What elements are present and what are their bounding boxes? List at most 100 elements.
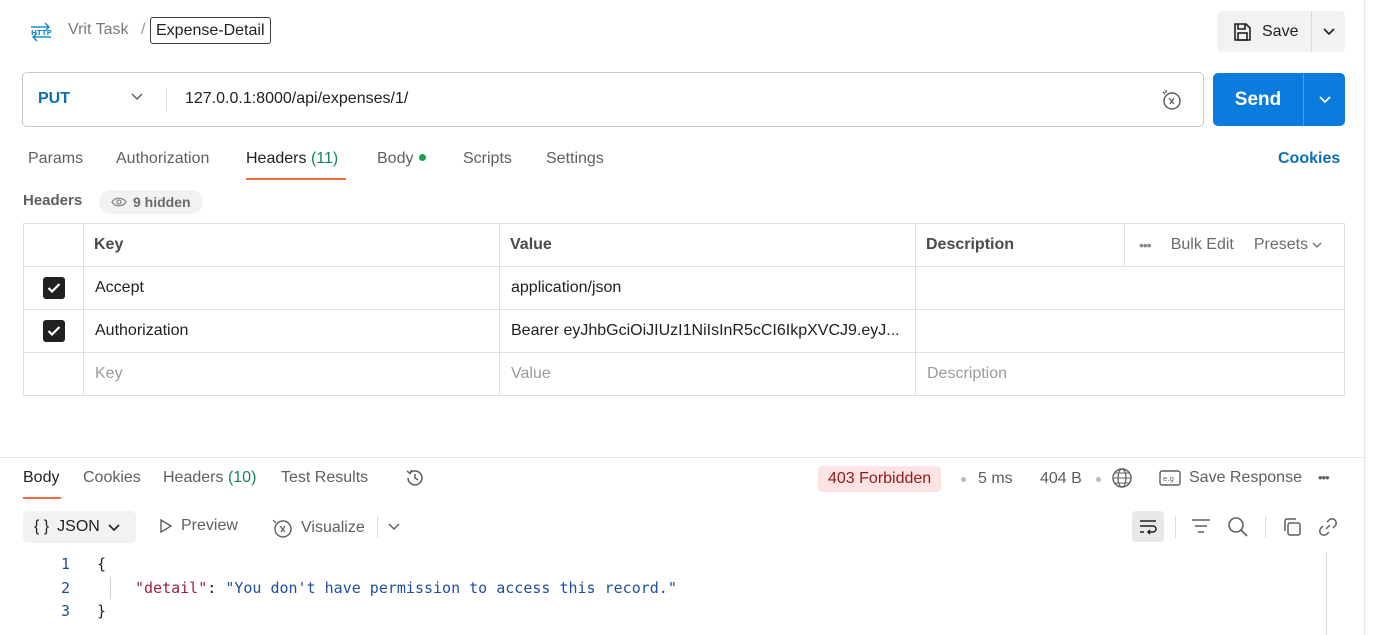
response-divider[interactable] [0,457,1364,458]
line-number: 1 [60,555,70,573]
body-indicator-dot [419,154,427,161]
send-button-group: Send [1213,73,1345,126]
divider [377,516,378,538]
table-cell [24,310,83,352]
chevron-down-icon [1312,242,1322,248]
hidden-count: 9 hidden [133,194,191,210]
visualize-icon [272,519,292,538]
eye-icon [111,197,127,207]
indent-guide [110,577,111,599]
tab-params[interactable]: Params [28,150,83,168]
more-icon[interactable]: ••• [1318,470,1330,485]
response-tab-test-results[interactable]: Test Results [281,469,368,487]
save-button[interactable]: Save [1217,11,1311,52]
tab-settings[interactable]: Settings [546,150,604,168]
line-number: 2 [60,579,70,597]
play-icon [160,518,173,534]
new-key-input[interactable]: Key [83,353,499,395]
response-time[interactable]: 5 ms [978,470,1013,488]
save-options-button[interactable] [1312,11,1345,52]
presets-label: Presets [1253,236,1309,253]
link-icon[interactable] [1317,516,1339,538]
response-tab-headers[interactable]: Headers (10) [163,469,256,487]
save-label: Save [1262,22,1299,40]
chevron-down-icon[interactable] [387,522,401,532]
chevron-down-icon[interactable] [130,92,144,102]
json-line: "detail": "You don't have permission to … [135,579,677,597]
chevron-down-icon [1318,95,1331,103]
table-cell [24,353,83,395]
response-tab-headers-label: Headers [163,469,224,486]
new-value-input[interactable]: Value [499,353,915,395]
header-key-cell[interactable]: Authorization [83,310,499,352]
svg-text:e.g: e.g [1163,475,1174,483]
active-tab-indicator [23,497,61,499]
header-description-cell[interactable] [915,310,1344,352]
separator-dot [1096,477,1101,482]
cookies-link[interactable]: Cookies [1278,150,1340,168]
row-enabled-checkbox[interactable] [42,277,65,299]
presets-dropdown[interactable]: Presets [1254,236,1322,254]
wrap-lines-button[interactable] [1132,511,1164,542]
breadcrumb-collection[interactable]: Vrit Task [68,21,128,39]
history-icon[interactable] [404,467,426,489]
braces-icon: { } [34,518,50,535]
copy-icon[interactable] [1281,516,1303,538]
column-header-description: Description [915,224,1124,266]
breadcrumb-separator: / [141,21,146,38]
format-select[interactable]: { } JSON [23,511,136,543]
tab-body[interactable]: Body [377,150,427,168]
wrap-icon [1140,519,1157,535]
save-button-group: Save [1217,11,1345,52]
divider [1265,516,1266,538]
http-icon: HTTP [31,22,52,42]
response-size[interactable]: 404 B [1040,470,1082,488]
preview-button[interactable]: Preview [159,517,238,535]
tab-scripts[interactable]: Scripts [463,150,512,168]
request-name-field[interactable]: Expense-Detail [150,17,271,44]
response-tab-body[interactable]: Body [23,469,59,487]
globe-icon[interactable] [1111,467,1133,489]
headers-section-title: Headers [23,192,83,209]
url-input[interactable]: 127.0.0.1:8000/api/expenses/1/ [185,90,408,108]
window-edge [1364,0,1365,635]
request-url-bar: PUT 127.0.0.1:8000/api/expenses/1/ [22,72,1204,127]
table-cell [24,267,83,309]
method-select[interactable]: PUT [38,90,70,108]
filter-icon[interactable] [1190,516,1212,536]
bulk-edit-button[interactable]: Bulk Edit [1171,236,1234,254]
chevron-down-icon [1322,27,1335,35]
save-icon [1234,22,1251,41]
divider [1175,516,1176,538]
table-tools: ••• Bulk Edit Presets [1124,224,1344,266]
tab-authorization[interactable]: Authorization [116,150,209,168]
column-header-value: Value [499,224,915,266]
more-icon[interactable]: ••• [1139,237,1152,253]
tab-headers-label: Headers [246,150,307,167]
send-button[interactable]: Send [1213,73,1303,126]
send-options-button[interactable] [1304,73,1345,126]
new-description-input[interactable]: Description [915,353,1344,395]
preview-label: Preview [181,517,238,534]
table-row: Authorization Bearer eyJhbGciOiJIUzI1NiI… [24,310,1344,353]
save-response-label: Save Response [1189,469,1302,486]
hidden-headers-toggle[interactable]: 9 hidden [99,190,203,214]
divider [166,88,167,112]
json-brace-close: } [97,602,107,620]
chevron-down-icon [108,523,120,531]
header-value-cell[interactable]: application/json [499,267,915,309]
header-key-cell[interactable]: Accept [83,267,499,309]
row-enabled-checkbox[interactable] [42,320,65,342]
scrollbar[interactable] [1326,552,1327,635]
visualize-label: Visualize [301,519,365,536]
search-icon[interactable] [1227,516,1249,538]
save-response-button[interactable]: e.g Save Response [1159,469,1302,487]
response-tab-cookies[interactable]: Cookies [83,469,141,487]
status-badge[interactable]: 403 Forbidden [818,466,942,492]
header-value-cell[interactable]: Bearer eyJhbGciOiJIUzI1NiIsInR5cCI6IkpXV… [499,310,915,352]
header-description-cell[interactable] [915,267,1344,309]
visualize-button[interactable]: Visualize [271,517,365,539]
magic-link-icon[interactable] [1160,88,1184,112]
separator-dot [961,477,966,482]
tab-headers[interactable]: Headers (11) [246,150,338,168]
